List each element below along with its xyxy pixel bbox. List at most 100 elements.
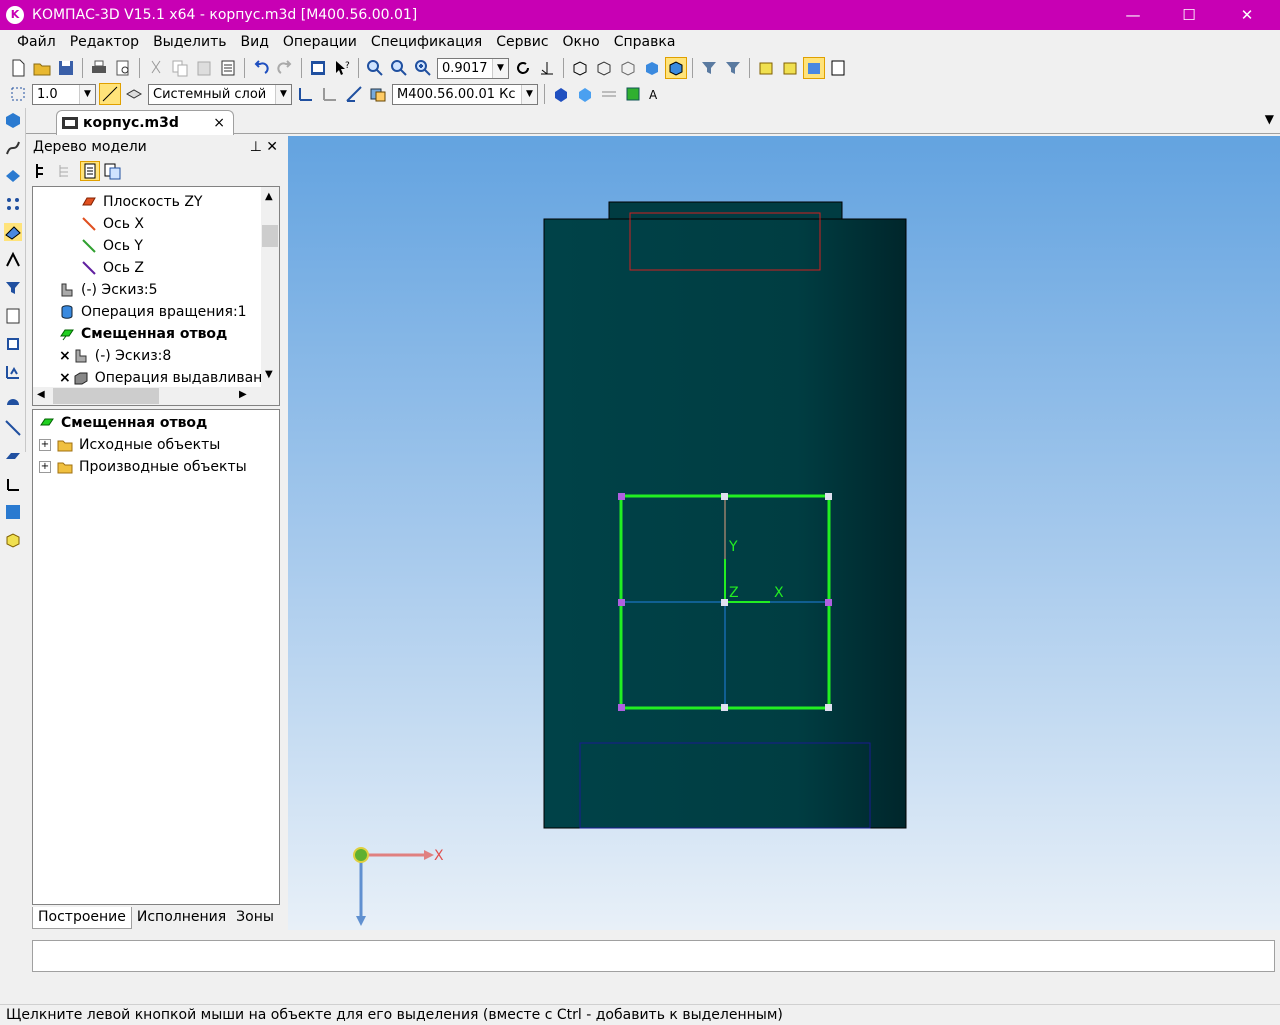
close-button[interactable]: ✕ (1218, 0, 1276, 30)
plane-tool-icon[interactable] (4, 447, 22, 465)
manager-icon[interactable] (308, 58, 328, 78)
undo-icon[interactable] (251, 58, 271, 78)
properties-icon[interactable] (218, 58, 238, 78)
orientation-icon[interactable] (537, 58, 557, 78)
ucs-icon[interactable] (320, 84, 340, 104)
filters-icon[interactable] (4, 279, 22, 297)
scroll-left-icon[interactable]: ◀ (37, 389, 45, 400)
menu-help[interactable]: Справка (607, 30, 683, 54)
line-icon[interactable] (4, 419, 22, 437)
menu-specification[interactable]: Спецификация (364, 30, 489, 54)
tree-structure-icon[interactable] (33, 162, 51, 180)
expand-icon[interactable]: + (39, 439, 51, 451)
redo-icon[interactable] (275, 58, 295, 78)
layer-icon[interactable] (124, 84, 144, 104)
print-icon[interactable] (89, 58, 109, 78)
grid-snap-icon[interactable] (8, 84, 28, 104)
save-icon[interactable] (56, 58, 76, 78)
surfaces-icon[interactable] (4, 167, 22, 185)
sheet-icon[interactable] (828, 58, 848, 78)
line-style-icon[interactable] (599, 84, 619, 104)
menu-view[interactable]: Вид (233, 30, 275, 54)
open-folder-icon[interactable] (32, 58, 52, 78)
hidden-lines-icon[interactable] (594, 58, 614, 78)
menu-edit[interactable]: Редактор (63, 30, 146, 54)
tree-item-sketch-8[interactable]: × (-) Эскиз:8 (59, 345, 171, 367)
reports-icon[interactable] (4, 335, 22, 353)
new-document-icon[interactable] (8, 58, 28, 78)
scroll-right-icon[interactable]: ▶ (239, 389, 247, 400)
chevron-down-icon[interactable]: ▼ (521, 84, 537, 104)
snap-icon[interactable] (99, 83, 121, 105)
expand-icon[interactable]: + (39, 461, 51, 473)
3d-body-icon[interactable] (4, 531, 22, 549)
tree-view-dropdown-icon[interactable] (57, 162, 75, 180)
tab-korpus[interactable]: корпус.m3d × (56, 110, 234, 135)
specification-icon[interactable] (4, 307, 22, 325)
spatial-curves-icon[interactable] (4, 139, 22, 157)
relations-root[interactable]: Смещенная отвод (39, 412, 207, 434)
shading-mode-icon[interactable] (803, 57, 825, 79)
dimensions-icon[interactable] (4, 251, 22, 269)
rotate-icon[interactable] (513, 58, 533, 78)
menu-select[interactable]: Выделить (146, 30, 233, 54)
csys-icon[interactable] (4, 475, 22, 493)
designation-field[interactable]: М400.56.00.01 Кс ▼ (392, 83, 538, 105)
preview-icon[interactable] (113, 58, 133, 78)
copy-icon[interactable] (170, 58, 190, 78)
tab-zones[interactable]: Зоны (231, 907, 279, 929)
library-icon[interactable] (4, 503, 22, 521)
viewport-canvas[interactable]: Y Z X X (288, 136, 1280, 930)
edit-part-icon[interactable] (780, 58, 800, 78)
aux-geometry-icon[interactable] (4, 223, 22, 241)
optical-props-icon[interactable] (575, 84, 595, 104)
chevron-down-icon[interactable]: ▼ (79, 84, 95, 104)
orientation-plane-icon[interactable] (344, 84, 364, 104)
tab-close-button[interactable]: × (213, 115, 225, 131)
elements-icon[interactable] (4, 363, 22, 381)
tree-item-sketch-5[interactable]: (-) Эскиз:5 (59, 279, 158, 301)
chevron-down-icon[interactable]: ▼ (492, 58, 508, 78)
tree-split-icon[interactable] (80, 161, 100, 181)
halftone-icon[interactable] (642, 58, 662, 78)
maximize-button[interactable]: ☐ (1160, 0, 1218, 30)
help-pointer-icon[interactable]: ? (332, 58, 352, 78)
property-bar[interactable] (32, 940, 1275, 972)
paste-icon[interactable] (194, 58, 214, 78)
tree-item-revolve-1[interactable]: Операция вращения:1 (59, 301, 247, 323)
wireframe-icon[interactable] (570, 58, 590, 78)
menu-file[interactable]: Файл (10, 30, 63, 54)
menu-operations[interactable]: Операции (276, 30, 364, 54)
local-cs-icon[interactable] (296, 84, 316, 104)
tree-item-offset-plane[interactable]: Смещенная отвод (59, 323, 227, 345)
zoom-all-icon[interactable] (389, 58, 409, 78)
chevron-down-icon[interactable]: ▼ (275, 84, 291, 104)
menu-service[interactable]: Сервис (489, 30, 555, 54)
select-filter-icon[interactable] (723, 58, 743, 78)
relations-source-objects[interactable]: + Исходные объекты (39, 434, 220, 456)
scroll-thumb[interactable] (53, 388, 159, 404)
hidden-thin-icon[interactable] (618, 58, 638, 78)
material-icon[interactable] (623, 84, 643, 104)
properties-part-icon[interactable] (368, 84, 388, 104)
tab-versions[interactable]: Исполнения (132, 907, 231, 929)
scroll-down-icon[interactable]: ▼ (265, 369, 273, 380)
tab-list-dropdown[interactable]: ▼ (1265, 112, 1274, 126)
tab-construction[interactable]: Построение (32, 907, 132, 929)
halftone-edges-icon[interactable] (665, 57, 687, 79)
tree-item-axis-x[interactable]: Ось X (81, 213, 144, 235)
tree-detail-icon[interactable] (103, 162, 121, 180)
zoom-window-icon[interactable] (365, 58, 385, 78)
scroll-up-icon[interactable]: ▲ (265, 191, 273, 202)
sheet-metal-icon[interactable] (4, 391, 22, 409)
arrays-icon[interactable] (4, 195, 22, 213)
tree-item-axis-z[interactable]: Ось Z (81, 257, 144, 279)
panel-close-button[interactable]: ✕ (266, 139, 278, 155)
tree-item-extrude[interactable]: × Операция выдавливания (59, 367, 279, 389)
menu-window[interactable]: Окно (556, 30, 607, 54)
pin-button[interactable]: ⊥ (250, 139, 262, 155)
filter-icon[interactable] (699, 58, 719, 78)
tree-horizontal-scrollbar[interactable]: ◀ ▶ (33, 387, 279, 405)
edit-part-icon[interactable] (4, 111, 22, 129)
tree-vertical-scrollbar[interactable]: ▲ ▼ (261, 187, 279, 387)
